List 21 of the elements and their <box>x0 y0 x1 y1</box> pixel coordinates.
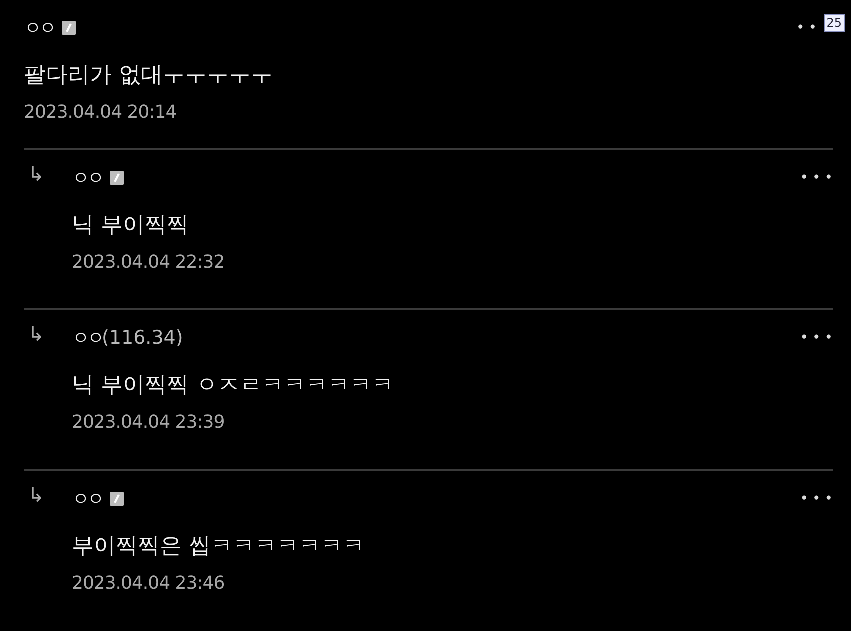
more-button[interactable]: ••• <box>800 490 837 506</box>
more-button[interactable]: •• <box>796 20 821 36</box>
comment-date: 2023.04.04 22:32 <box>72 252 226 273</box>
author-name: ㅇㅇ <box>72 166 102 190</box>
author-name: ㅇㅇ <box>72 327 102 350</box>
comment-date: 2023.04.04 20:14 <box>24 102 178 123</box>
ip-address: (116.34) <box>102 327 184 350</box>
author-name: ㅇㅇ <box>24 17 54 40</box>
more-button[interactable]: ••• <box>800 330 837 346</box>
comment-text: 닉 부이찍찍 ㅇㅈㄹㅋㅋㅋㅋㅋㅋ <box>72 372 395 400</box>
comment-text: 팔다리가 없대ㅜㅜㅜㅜㅜ <box>24 62 274 90</box>
comment-date: 2023.04.04 23:46 <box>72 572 226 594</box>
reply-arrow: ↳ <box>28 322 45 346</box>
more-button[interactable]: ••• <box>800 170 837 186</box>
comment-text: 닉 부이찍찍 <box>72 212 190 240</box>
reply-arrow: ↳ <box>28 162 45 186</box>
comment-text: 부이찍찍은 씹ㅋㅋㅋㅋㅋㅋㅋ <box>72 532 366 560</box>
reply-arrow: ↳ <box>28 482 45 506</box>
page-number: 25 <box>824 14 845 32</box>
comment-date: 2023.04.04 23:39 <box>72 412 226 434</box>
author-name: ㅇㅇ <box>72 488 102 510</box>
